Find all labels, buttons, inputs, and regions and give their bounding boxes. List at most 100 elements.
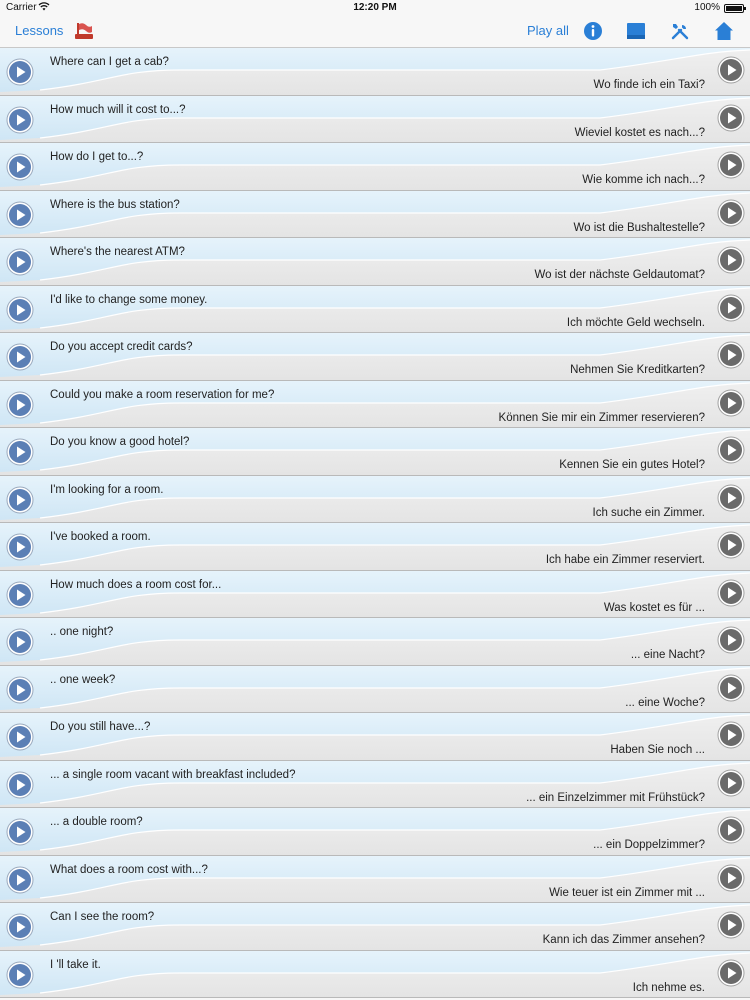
phrase-row[interactable]: Do you accept credit cards? Nehmen Sie Kr… (0, 333, 750, 381)
lessons-button[interactable]: Lessons (15, 23, 63, 38)
play-source-button[interactable] (6, 913, 34, 941)
play-translation-button[interactable] (717, 959, 745, 987)
nav-bar: Lessons Play all (0, 16, 750, 48)
phrase-row[interactable]: I've booked a room. Ich habe ein Zimmer r… (0, 523, 750, 571)
phrase-row[interactable]: How do I get to...? Wie komme ich nach...… (0, 143, 750, 191)
phrase-row[interactable]: Where's the nearest ATM? Wo ist der nächs… (0, 238, 750, 286)
german-phrase: Was kostet es für ... (603, 601, 705, 614)
play-source-button[interactable] (6, 201, 34, 229)
english-phrase: I'm looking for a room. (50, 483, 164, 496)
play-translation-button[interactable] (717, 104, 745, 132)
clock: 12:20 PM (353, 2, 397, 13)
phrase-row[interactable]: Where can I get a cab? Wo finde ich ein T… (0, 48, 750, 96)
play-source-button[interactable] (6, 581, 34, 609)
phrase-row[interactable]: I'd like to change some money. Ich möchte… (0, 285, 750, 333)
play-translation-button[interactable] (717, 389, 745, 417)
german-phrase: Wo ist die Bushaltestelle? (573, 221, 705, 234)
play-translation-button[interactable] (717, 816, 745, 844)
phrase-row[interactable]: I 'll take it. Ich nehme es. (0, 950, 750, 998)
german-phrase: Nehmen Sie Kreditkarten? (570, 364, 705, 376)
phrase-row[interactable]: Do you know a good hotel? Kennen Sie ein … (0, 428, 750, 476)
phrase-row[interactable]: .. one night? ... eine Nacht? (0, 618, 750, 666)
play-translation-button[interactable] (717, 484, 745, 512)
play-source-button[interactable] (6, 676, 34, 704)
play-source-button[interactable] (6, 771, 34, 799)
phrase-row[interactable]: What does a room cost with...? Wie teuer … (0, 855, 750, 903)
play-source-button[interactable] (6, 723, 34, 751)
german-phrase: Wo ist der nächste Geldautomat? (534, 269, 705, 281)
phrase-row[interactable]: How much does a room cost for... Was kost… (0, 570, 750, 618)
english-phrase: I 'll take it. (50, 958, 101, 971)
play-translation-button[interactable] (717, 199, 745, 227)
english-phrase: What does a room cost with...? (50, 863, 208, 876)
play-source-button[interactable] (6, 961, 34, 989)
phrase-row[interactable]: ... a double room? ... ein Doppelzimmer? (0, 808, 750, 856)
german-phrase: Wie komme ich nach...? (582, 174, 705, 186)
flag-icon[interactable] (74, 22, 94, 40)
play-translation-button[interactable] (717, 579, 745, 607)
phrase-row[interactable]: .. one week? ... eine Woche? (0, 665, 750, 713)
phrase-row[interactable]: I'm looking for a room. Ich suche ein Zim… (0, 475, 750, 523)
phrase-row[interactable]: How much will it cost to...? Wieviel kost… (0, 95, 750, 143)
phrase-row[interactable]: ... a single room vacant with breakfast … (0, 760, 750, 808)
play-translation-button[interactable] (717, 531, 745, 559)
german-phrase: Kennen Sie ein gutes Hotel? (559, 459, 705, 471)
play-translation-button[interactable] (717, 911, 745, 939)
english-phrase: I've booked a room. (50, 531, 151, 543)
play-translation-button[interactable] (717, 674, 745, 702)
play-translation-button[interactable] (717, 341, 745, 369)
play-source-button[interactable] (6, 248, 34, 276)
english-phrase: How much will it cost to...? (50, 103, 186, 116)
play-source-button[interactable] (6, 866, 34, 894)
play-translation-button[interactable] (717, 294, 745, 322)
play-source-button[interactable] (6, 153, 34, 181)
phrase-row[interactable]: Do you still have...? Haben Sie noch ... (0, 713, 750, 761)
english-phrase: Where is the bus station? (50, 198, 180, 211)
play-source-button[interactable] (6, 818, 34, 846)
play-translation-button[interactable] (717, 626, 745, 654)
play-translation-button[interactable] (717, 436, 745, 464)
play-source-button[interactable] (6, 106, 34, 134)
play-translation-button[interactable] (717, 56, 745, 84)
english-phrase: Can I see the room? (50, 911, 155, 923)
play-source-button[interactable] (6, 343, 34, 371)
german-phrase: Ich nehme es. (632, 981, 705, 994)
english-phrase: Do you still have...? (50, 721, 151, 733)
german-phrase: Ich suche ein Zimmer. (592, 506, 705, 519)
phrase-row[interactable]: Could you make a room reservation for me… (0, 380, 750, 428)
english-phrase: Do you know a good hotel? (50, 436, 190, 448)
square-icon[interactable] (626, 21, 646, 41)
play-source-button[interactable] (6, 628, 34, 656)
tools-icon[interactable] (670, 21, 690, 41)
german-phrase: Können Sie mir ein Zimmer reservieren? (498, 411, 705, 424)
german-phrase: ... eine Nacht? (630, 649, 705, 661)
play-translation-button[interactable] (717, 864, 745, 892)
german-phrase: Kann ich das Zimmer ansehen? (542, 934, 705, 946)
info-icon[interactable] (583, 21, 603, 41)
english-phrase: Could you make a room reservation for me… (50, 388, 275, 401)
phrase-row[interactable]: Can I see the room? Kann ich das Zimmer a… (0, 903, 750, 951)
german-phrase: ... eine Woche? (625, 696, 705, 709)
play-source-button[interactable] (6, 438, 34, 466)
german-phrase: Ich habe ein Zimmer reserviert. (545, 554, 705, 566)
phrase-row[interactable]: Where is the bus station? Wo ist die Bush… (0, 190, 750, 238)
phrase-list: Where can I get a cab? Wo finde ich ein T… (0, 48, 750, 998)
play-translation-button[interactable] (717, 721, 745, 749)
english-phrase: Where can I get a cab? (50, 56, 169, 68)
home-icon[interactable] (714, 21, 734, 41)
status-bar: Carrier 12:20 PM 100% (0, 0, 750, 16)
play-translation-button[interactable] (717, 769, 745, 797)
play-source-button[interactable] (6, 486, 34, 514)
play-all-button[interactable]: Play all (527, 23, 569, 38)
play-source-button[interactable] (6, 391, 34, 419)
battery-icon (724, 4, 746, 13)
play-source-button[interactable] (6, 533, 34, 561)
play-translation-button[interactable] (717, 151, 745, 179)
german-phrase: Wie teuer ist ein Zimmer mit ... (549, 886, 705, 899)
play-source-button[interactable] (6, 296, 34, 324)
german-phrase: ... ein Einzelzimmer mit Frühstück? (526, 791, 705, 804)
german-phrase: Wo finde ich ein Taxi? (593, 79, 705, 91)
play-source-button[interactable] (6, 58, 34, 86)
play-translation-button[interactable] (717, 246, 745, 274)
german-phrase: Haben Sie noch ... (610, 744, 705, 756)
